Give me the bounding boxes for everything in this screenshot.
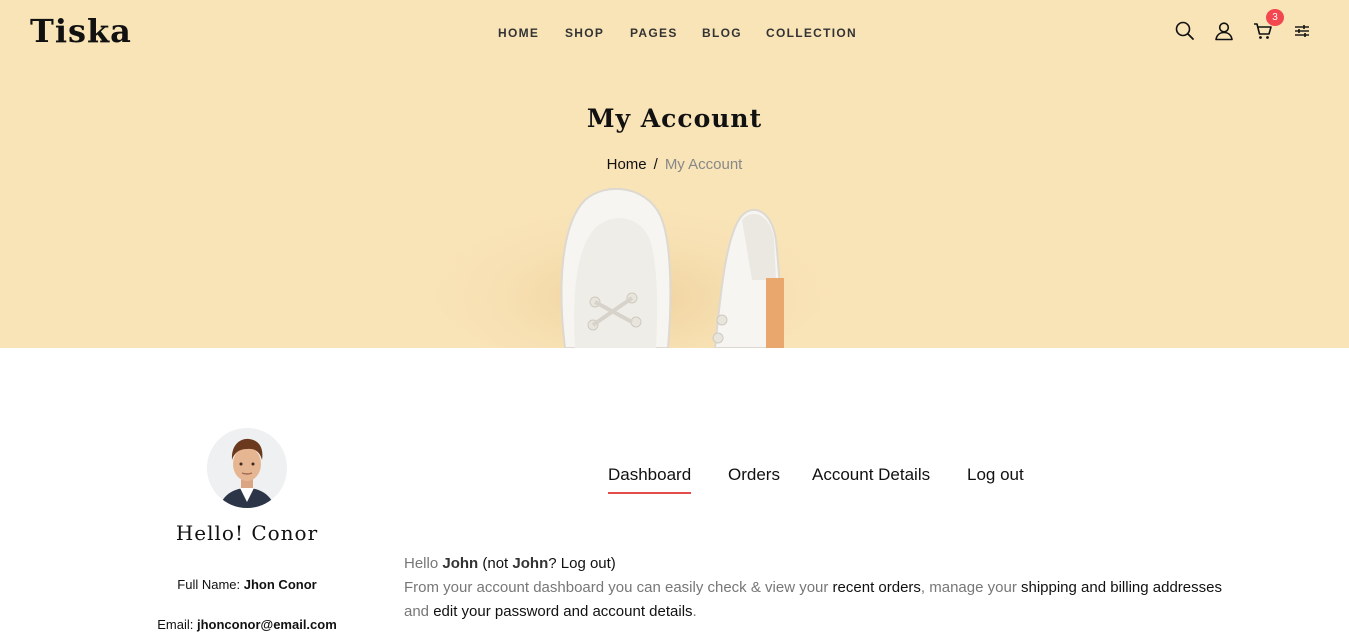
sliders-icon[interactable] — [1291, 20, 1313, 42]
breadcrumb: Home / My Account — [0, 156, 1349, 173]
page-title: My Account — [586, 104, 763, 133]
hello-username: John — [442, 555, 479, 572]
dashboard-logout-link[interactable]: ? Log out) — [548, 555, 616, 572]
nav-item-blog[interactable]: BLOG — [702, 26, 742, 40]
main-nav: HOME SHOP PAGES BLOG COLLECTION — [0, 26, 1349, 40]
dashboard-content: Hello John (not John? Log out) From your… — [404, 552, 1224, 624]
nav-item-pages[interactable]: PAGES — [630, 26, 678, 40]
tab-account-details[interactable]: Account Details — [812, 465, 930, 485]
profile-email: Email: jhonconor@email.com — [90, 617, 404, 632]
intro-text: From your account dashboard you can easi… — [404, 579, 829, 596]
full-name-value: Jhon Conor — [243, 577, 317, 592]
tab-log-out[interactable]: Log out — [967, 465, 1024, 485]
not-username: John — [512, 555, 549, 572]
recent-orders-link[interactable]: recent orders — [833, 579, 921, 596]
profile-greeting: Hello! Conor — [175, 521, 319, 545]
tab-orders[interactable]: Orders — [728, 465, 780, 485]
account-tabs: Dashboard Orders Account Details Log out — [0, 465, 1349, 495]
breadcrumb-current: My Account — [664, 156, 743, 173]
nav-item-home[interactable]: HOME — [498, 26, 539, 40]
dashboard-hello-line: Hello John (not John? Log out) — [404, 552, 1224, 576]
cart-count-badge: 3 — [1266, 9, 1284, 26]
email-label: Email: — [157, 617, 194, 632]
user-icon[interactable] — [1213, 20, 1235, 42]
period-text: . — [692, 603, 697, 620]
shoes-image — [430, 187, 830, 348]
full-name-label: Full Name: — [177, 577, 241, 592]
hero-banner — [0, 0, 1349, 348]
nav-item-collection[interactable]: COLLECTION — [766, 26, 857, 40]
addresses-link[interactable]: addresses — [1153, 579, 1222, 596]
breadcrumb-home-link[interactable]: Home — [607, 156, 647, 173]
not-prefix: (not — [482, 555, 509, 572]
hello-prefix: Hello — [404, 555, 439, 572]
nav-item-shop[interactable]: SHOP — [565, 26, 604, 40]
email-value: jhonconor@email.com — [196, 617, 337, 632]
manage-text: , manage your — [920, 579, 1017, 596]
dashboard-description: From your account dashboard you can easi… — [404, 576, 1224, 624]
search-icon[interactable] — [1174, 20, 1196, 42]
edit-account-details-link[interactable]: edit your password and account details — [433, 603, 692, 620]
breadcrumb-separator: / — [653, 156, 658, 173]
shipping-billing-link[interactable]: shipping and billing — [1021, 579, 1149, 596]
tab-dashboard[interactable]: Dashboard — [608, 465, 692, 494]
profile-full-name: Full Name: Jhon Conor — [90, 577, 404, 592]
and-text: and — [404, 603, 430, 620]
